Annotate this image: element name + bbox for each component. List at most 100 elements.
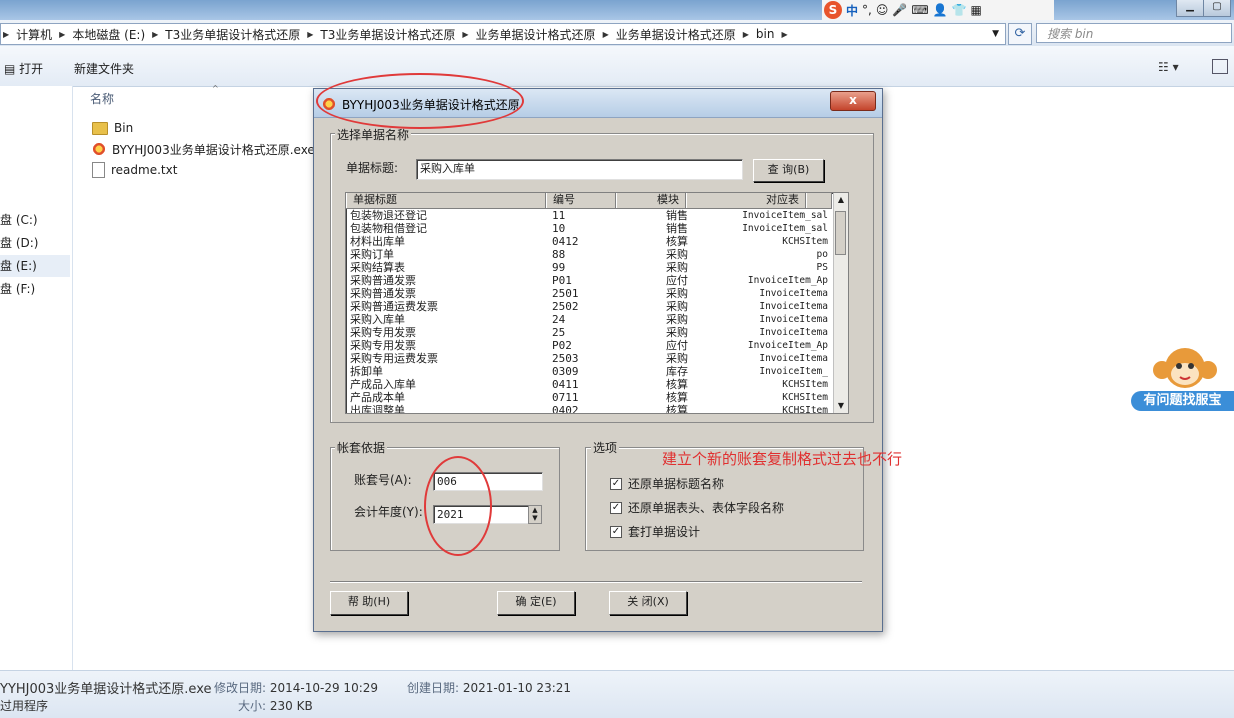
keyboard-icon[interactable]: ⌨: [911, 3, 928, 17]
breadcrumb-item[interactable]: bin: [751, 27, 780, 41]
new-folder-button[interactable]: 新建文件夹: [74, 60, 134, 77]
created-value: 2021-01-10 23:21: [462, 681, 572, 695]
microphone-icon[interactable]: 🎤: [892, 3, 907, 17]
table-row[interactable]: 采购普通发票 2501 采购 InvoiceItema: [346, 287, 832, 300]
col-header-code[interactable]: 编号: [546, 193, 616, 208]
breadcrumb-item[interactable]: 业务单据设计格式还原: [611, 26, 741, 43]
drive-c[interactable]: 盘 (C:): [0, 209, 70, 231]
col-header-title[interactable]: 单据标题: [346, 193, 546, 208]
col-header-module[interactable]: 模块: [616, 193, 686, 208]
table-row[interactable]: 采购普通发票 P01 应付 InvoiceItem_Ap: [346, 274, 832, 287]
preview-pane-icon[interactable]: [1212, 59, 1228, 74]
checkbox-checked-icon[interactable]: ✓: [610, 501, 622, 514]
table-row[interactable]: 采购结算表 99 采购 PS: [346, 261, 832, 274]
option-label: 还原单据表头、表体字段名称: [628, 501, 785, 515]
sogou-logo-icon: S: [824, 1, 842, 19]
punctuation-icon[interactable]: °,: [862, 3, 872, 17]
col-header-filler: [806, 193, 832, 208]
emoji-icon[interactable]: ☺: [876, 3, 889, 17]
chevron-right-icon[interactable]: ▶: [150, 30, 160, 39]
table-row[interactable]: 材料出库单 0412 核算 KCHSItem: [346, 235, 832, 248]
query-button[interactable]: 查 询(B): [753, 159, 824, 182]
breadcrumb-item[interactable]: 业务单据设计格式还原: [471, 26, 601, 43]
chevron-right-icon[interactable]: ▶: [460, 30, 470, 39]
maximize-button[interactable]: ▢: [1203, 0, 1231, 17]
list-item[interactable]: BYYHJ003业务单据设计格式还原.exe: [92, 139, 315, 159]
checkbox-checked-icon[interactable]: ✓: [610, 525, 622, 538]
scroll-thumb[interactable]: [835, 211, 846, 255]
table-row[interactable]: 产品成本单 0711 核算 KCHSItem: [346, 391, 832, 404]
drive-d[interactable]: 盘 (D:): [0, 232, 70, 254]
row-module: 采购: [666, 261, 688, 274]
table-row[interactable]: 采购普通运费发票 2502 采购 InvoiceItema: [346, 300, 832, 313]
breadcrumb[interactable]: ▶ 计算机 ▶ 本地磁盘 (E:) ▶ T3业务单据设计格式还原 ▶ T3业务单…: [0, 23, 1006, 45]
chevron-right-icon[interactable]: ▶: [305, 30, 315, 39]
skin-icon[interactable]: 👕: [952, 3, 967, 17]
ime-toolbar[interactable]: S 中 °, ☺ 🎤 ⌨ 👤 👕 ▦: [822, 0, 1054, 20]
chevron-right-icon[interactable]: ▶: [779, 30, 789, 39]
doc-listbox[interactable]: 单据标题 编号 模块 对应表 包装物退还登记 11 销售 InvoiceItem_sa…: [345, 192, 849, 414]
row-table: InvoiceItema: [759, 288, 828, 299]
breadcrumb-item[interactable]: 计算机: [11, 26, 57, 43]
help-button[interactable]: 帮 助(H): [330, 591, 408, 615]
row-title: 采购普通发票: [350, 274, 416, 287]
column-header-name[interactable]: 名称: [90, 90, 114, 107]
file-name: Bin: [114, 121, 134, 135]
ime-mode[interactable]: 中: [846, 2, 858, 19]
chevron-right-icon[interactable]: ▶: [601, 30, 611, 39]
row-table: KCHSItem: [782, 405, 828, 414]
table-row[interactable]: 拆卸单 0309 库存 InvoiceItem_: [346, 365, 832, 378]
option-print-design[interactable]: ✓ 套打单据设计: [610, 523, 700, 540]
option-restore-title[interactable]: ✓ 还原单据标题名称: [610, 475, 724, 492]
close-button[interactable]: 关 闭(X): [609, 591, 687, 615]
breadcrumb-item[interactable]: T3业务单据设计格式还原: [315, 26, 460, 43]
row-table: KCHSItem: [782, 236, 828, 247]
options-group-label: 选项: [591, 439, 620, 456]
search-input[interactable]: 搜索 bin: [1036, 23, 1232, 43]
close-icon[interactable]: x: [830, 91, 876, 111]
row-module: 核算: [666, 378, 688, 391]
list-item[interactable]: readme.txt: [92, 160, 177, 180]
table-row[interactable]: 采购专用运费发票 2503 采购 InvoiceItema: [346, 352, 832, 365]
open-button[interactable]: ▤ 打开: [4, 60, 43, 77]
year-spinner[interactable]: ▲ ▼: [528, 505, 542, 524]
customer-service-button[interactable]: 有问题找服宝: [1131, 391, 1234, 411]
chevron-right-icon[interactable]: ▶: [741, 30, 751, 39]
user-icon[interactable]: 👤: [933, 3, 948, 17]
chevron-right-icon[interactable]: ▶: [1, 30, 11, 39]
table-row[interactable]: 采购入库单 24 采购 InvoiceItema: [346, 313, 832, 326]
table-row[interactable]: 包装物租借登记 10 销售 InvoiceItem_sal: [346, 222, 832, 235]
scroll-down-icon[interactable]: ▼: [834, 399, 848, 413]
monkey-mascot-icon[interactable]: [1150, 344, 1220, 394]
table-row[interactable]: 包装物退还登记 11 销售 InvoiceItem_sal: [346, 209, 832, 222]
table-row[interactable]: 产成品入库单 0411 核算 KCHSItem: [346, 378, 832, 391]
chevron-down-icon[interactable]: ▼: [992, 29, 1005, 39]
refresh-button[interactable]: ⟳: [1008, 23, 1032, 45]
doc-title-input[interactable]: 采购入库单: [416, 159, 743, 180]
breadcrumb-item[interactable]: T3业务单据设计格式还原: [160, 26, 305, 43]
scroll-up-icon[interactable]: ▲: [834, 193, 848, 207]
table-row[interactable]: 采购专用发票 P02 应付 InvoiceItem_Ap: [346, 339, 832, 352]
row-table: InvoiceItem_Ap: [747, 340, 828, 351]
list-item[interactable]: Bin: [92, 118, 133, 138]
ok-button[interactable]: 确 定(E): [497, 591, 575, 615]
minimize-button[interactable]: ▁: [1176, 0, 1204, 17]
row-table: InvoiceItem_sal: [742, 210, 828, 221]
breadcrumb-item[interactable]: 本地磁盘 (E:): [67, 26, 150, 43]
view-options-button[interactable]: ☷ ▾: [1158, 60, 1179, 74]
row-code: 0711: [552, 391, 579, 404]
checkbox-checked-icon[interactable]: ✓: [610, 477, 622, 490]
listbox-scrollbar[interactable]: ▲ ▼: [833, 193, 848, 413]
row-title: 采购专用发票: [350, 339, 416, 352]
drive-f[interactable]: 盘 (F:): [0, 278, 70, 300]
row-title: 采购订单: [350, 248, 394, 261]
option-restore-fields[interactable]: ✓ 还原单据表头、表体字段名称: [610, 499, 784, 516]
col-header-table[interactable]: 对应表: [686, 193, 806, 208]
chevron-right-icon[interactable]: ▶: [57, 30, 67, 39]
drive-e[interactable]: 盘 (E:): [0, 255, 70, 277]
table-row[interactable]: 采购订单 88 采购 po: [346, 248, 832, 261]
listbox-rows: 包装物退还登记 11 销售 InvoiceItem_sal 包装物租借登记 10 销售 Inv…: [346, 209, 832, 414]
grid-icon[interactable]: ▦: [971, 3, 982, 17]
table-row[interactable]: 出库调整单 0402 核算 KCHSItem: [346, 404, 832, 414]
table-row[interactable]: 采购专用发票 25 采购 InvoiceItema: [346, 326, 832, 339]
